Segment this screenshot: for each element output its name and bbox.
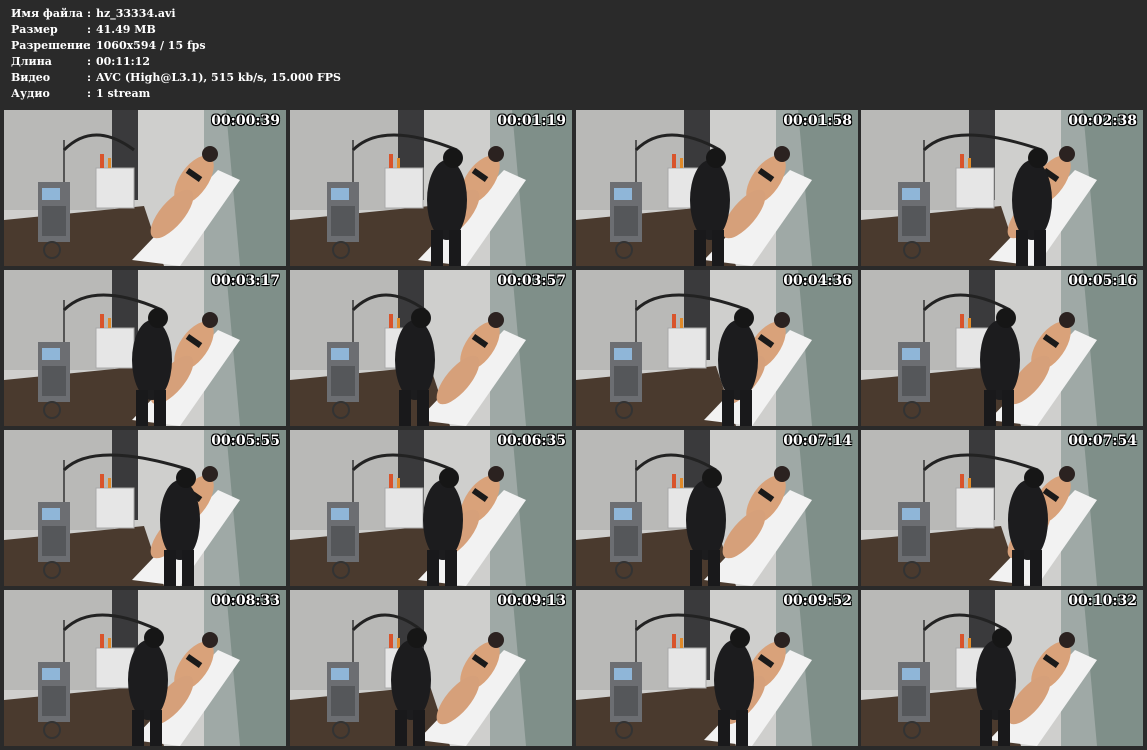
video-thumbnail: 00:09:13 — [290, 590, 572, 746]
video-frame-scene — [290, 110, 572, 266]
thumbnail-timestamp: 00:06:35 — [497, 433, 566, 449]
video-frame-scene — [4, 110, 286, 266]
info-value: 1060x594 / 15 fps — [96, 39, 206, 52]
info-row: Аудио:1 stream — [11, 86, 611, 102]
video-frame-scene — [576, 110, 858, 266]
video-thumbnail: 00:08:33 — [4, 590, 286, 746]
thumbnail-timestamp: 00:03:57 — [497, 273, 566, 289]
info-value: 00:11:12 — [96, 55, 151, 68]
video-frame-scene — [576, 430, 858, 586]
info-row: Разрешение:1060x594 / 15 fps — [11, 38, 611, 54]
video-frame-scene — [4, 430, 286, 586]
thumbnail-timestamp: 00:00:39 — [211, 113, 280, 129]
info-separator: : — [87, 7, 92, 20]
video-frame-scene — [4, 590, 286, 746]
video-thumbnail: 00:04:36 — [576, 270, 858, 426]
video-frame-scene — [861, 590, 1143, 746]
thumbnail-timestamp: 00:10:32 — [1068, 593, 1137, 609]
thumbnail-timestamp: 00:07:14 — [783, 433, 852, 449]
video-thumbnail: 00:03:57 — [290, 270, 572, 426]
info-separator: : — [87, 55, 92, 68]
thumbnail-timestamp: 00:09:13 — [497, 593, 566, 609]
info-row: Размер:41.49 MB — [11, 22, 611, 38]
video-frame-scene — [290, 590, 572, 746]
thumbnail-timestamp: 00:07:54 — [1068, 433, 1137, 449]
info-separator: : — [87, 71, 92, 84]
info-value: AVC (High@L3.1), 515 kb/s, 15.000 FPS — [96, 71, 341, 84]
video-frame-scene — [576, 270, 858, 426]
thumbnail-timestamp: 00:01:19 — [497, 113, 566, 129]
info-label: Разрешение — [11, 39, 91, 52]
video-frame-scene — [290, 430, 572, 586]
file-info-panel: Имя файла: hz_33334.avi Размер:41.49 MB Раз… — [11, 6, 611, 102]
thumbnail-timestamp: 00:09:52 — [783, 593, 852, 609]
info-label: Видео — [11, 71, 51, 84]
info-separator: : — [87, 39, 92, 52]
video-frame-scene — [4, 270, 286, 426]
video-thumbnail: 00:10:32 — [861, 590, 1143, 746]
info-row: Длина:00:11:12 — [11, 54, 611, 70]
thumbnail-timestamp: 00:05:55 — [211, 433, 280, 449]
video-thumbnail: 00:02:38 — [861, 110, 1143, 266]
thumbnail-timestamp: 00:04:36 — [783, 273, 852, 289]
info-value: 41.49 MB — [96, 23, 156, 36]
video-thumbnail: 00:01:19 — [290, 110, 572, 266]
video-thumbnail: 00:00:39 — [4, 110, 286, 266]
video-frame-scene — [861, 270, 1143, 426]
video-frame-scene — [861, 430, 1143, 586]
video-thumbnail: 00:06:35 — [290, 430, 572, 586]
info-row: Имя файла: hz_33334.avi — [11, 6, 611, 22]
info-label: Длина — [11, 55, 52, 68]
info-label: Размер — [11, 23, 58, 36]
video-thumbnail: 00:07:14 — [576, 430, 858, 586]
info-separator: : — [87, 23, 92, 36]
info-value: 1 stream — [96, 87, 151, 100]
thumbnail-timestamp: 00:01:58 — [783, 113, 852, 129]
video-thumbnail: 00:03:17 — [4, 270, 286, 426]
thumbnail-grid: 00:00:39 00:01:19 00:01:58 00:02:38 00:03:17… — [4, 110, 1144, 748]
info-label: Имя файла — [11, 7, 83, 20]
info-value: hz_33334.avi — [96, 7, 176, 20]
thumbnail-timestamp: 00:08:33 — [211, 593, 280, 609]
info-label: Аудио — [11, 87, 50, 100]
video-frame-scene — [290, 270, 572, 426]
video-thumbnail: 00:07:54 — [861, 430, 1143, 586]
video-thumbnail: 00:05:16 — [861, 270, 1143, 426]
video-frame-scene — [576, 590, 858, 746]
info-separator: : — [87, 87, 92, 100]
video-frame-scene — [861, 110, 1143, 266]
video-thumbnail: 00:09:52 — [576, 590, 858, 746]
video-thumbnail: 00:01:58 — [576, 110, 858, 266]
video-thumbnail: 00:05:55 — [4, 430, 286, 586]
thumbnail-timestamp: 00:03:17 — [211, 273, 280, 289]
thumbnail-timestamp: 00:02:38 — [1068, 113, 1137, 129]
thumbnail-timestamp: 00:05:16 — [1068, 273, 1137, 289]
info-row: Видео: AVC (High@L3.1), 515 kb/s, 15.000 … — [11, 70, 611, 86]
